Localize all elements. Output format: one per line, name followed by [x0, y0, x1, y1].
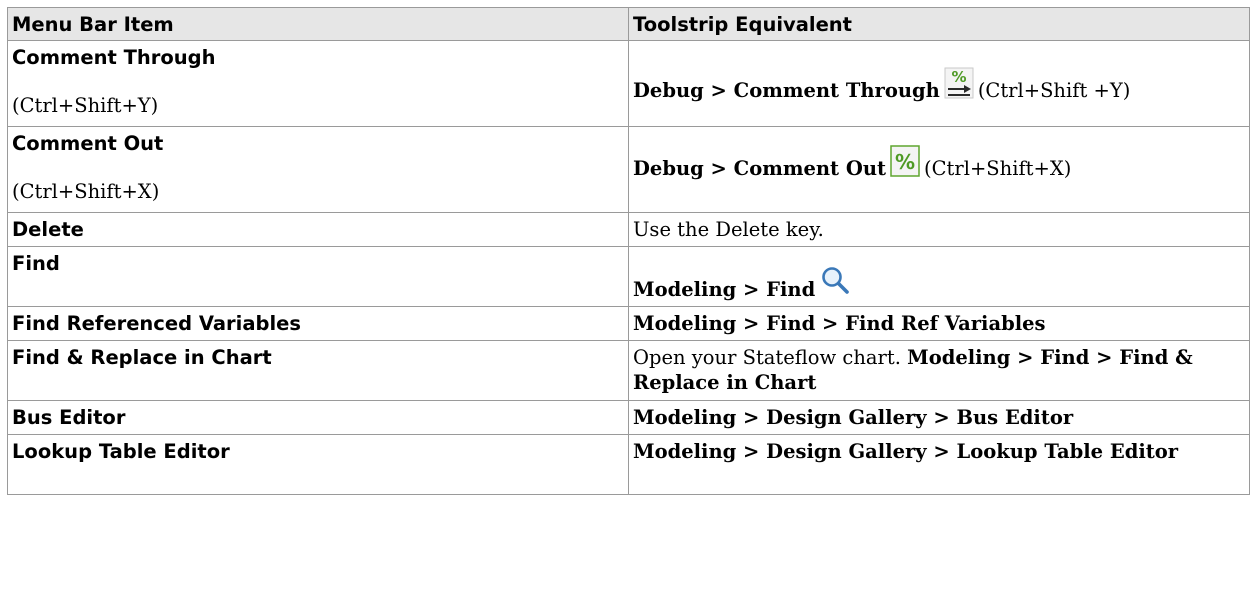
toolstrip-text: Use the Delete key. — [633, 218, 824, 241]
toolstrip-path: Modeling > Design Gallery > Lookup Table… — [633, 440, 1179, 463]
menu-cell: Comment Out (Ctrl+Shift+X) — [7, 126, 629, 213]
toolstrip-cell: Debug > Comment Through % (Ctrl+Shift +Y… — [628, 40, 1250, 127]
table-row: Find & Replace in Chart Open your Statef… — [7, 340, 1250, 401]
menu-cell: Find Referenced Variables — [7, 306, 629, 341]
menu-item-label: Lookup Table Editor — [12, 440, 230, 463]
table-row: Find Referenced Variables Modeling > Fin… — [7, 306, 1250, 341]
comment-out-icon: % — [890, 145, 920, 177]
table-row: Find Modeling > Find — [7, 246, 1250, 307]
toolstrip-text: Open your Stateflow chart. — [633, 346, 901, 369]
table-row: Delete Use the Delete key. — [7, 212, 1250, 247]
toolstrip-path: Modeling > Find — [633, 278, 816, 301]
table-row: Bus Editor Modeling > Design Gallery > B… — [7, 400, 1250, 435]
magnifier-icon — [822, 267, 850, 294]
svg-text:%: % — [951, 68, 966, 86]
menu-shortcut: (Ctrl+Shift+Y) — [12, 94, 159, 117]
menu-cell: Find & Replace in Chart — [7, 340, 629, 401]
toolstrip-cell: Modeling > Design Gallery > Lookup Table… — [628, 434, 1250, 495]
comment-through-icon: % — [944, 67, 974, 98]
toolstrip-path: Modeling > Find > Find Ref Variables — [633, 312, 1046, 335]
toolstrip-path: Debug > Comment Out — [633, 157, 887, 180]
menu-shortcut: (Ctrl+Shift+X) — [12, 180, 160, 203]
toolstrip-cell: Modeling > Find > Find Ref Variables — [628, 306, 1250, 341]
menu-item-label: Find — [12, 252, 60, 275]
header-toolstrip-equivalent: Toolstrip Equivalent — [628, 7, 1250, 41]
table-row: Comment Through (Ctrl+Shift+Y) Debug > C… — [7, 40, 1250, 127]
header-row: Menu Bar Item Toolstrip Equivalent — [7, 7, 1250, 41]
toolstrip-cell: Debug > Comment Out % (Ctrl+Shift+X) — [628, 126, 1250, 213]
svg-text:%: % — [895, 150, 915, 174]
menu-item-label: Find Referenced Variables — [12, 312, 301, 335]
menu-item-label: Comment Out — [12, 132, 164, 155]
menu-cell: Lookup Table Editor — [7, 434, 629, 495]
toolstrip-cell: Modeling > Design Gallery > Bus Editor — [628, 400, 1250, 435]
toolstrip-cell: Use the Delete key. — [628, 212, 1250, 247]
header-menu-bar-item: Menu Bar Item — [7, 7, 629, 41]
toolstrip-path: Debug > Comment Through — [633, 78, 940, 102]
table-row: Lookup Table Editor Modeling > Design Ga… — [7, 434, 1250, 495]
toolstrip-cell: Modeling > Find — [628, 246, 1250, 307]
menu-cell: Bus Editor — [7, 400, 629, 435]
menu-cell: Comment Through (Ctrl+Shift+Y) — [7, 40, 629, 127]
toolstrip-shortcut: (Ctrl+Shift +Y) — [977, 78, 1131, 102]
menu-item-label: Comment Through — [12, 46, 216, 69]
menu-item-label: Delete — [12, 218, 84, 241]
menu-toolstrip-table: Menu Bar Item Toolstrip Equivalent Comme… — [7, 7, 1250, 495]
table-row: Comment Out (Ctrl+Shift+X) Debug > Comme… — [7, 126, 1250, 213]
toolstrip-shortcut: (Ctrl+Shift+X) — [924, 157, 1072, 180]
menu-item-label: Find & Replace in Chart — [12, 346, 272, 369]
toolstrip-path: Modeling > Design Gallery > Bus Editor — [633, 406, 1074, 429]
menu-cell: Delete — [7, 212, 629, 247]
menu-cell: Find — [7, 246, 629, 307]
toolstrip-cell: Open your Stateflow chart. Modeling > Fi… — [628, 340, 1250, 401]
menu-item-label: Bus Editor — [12, 406, 126, 429]
